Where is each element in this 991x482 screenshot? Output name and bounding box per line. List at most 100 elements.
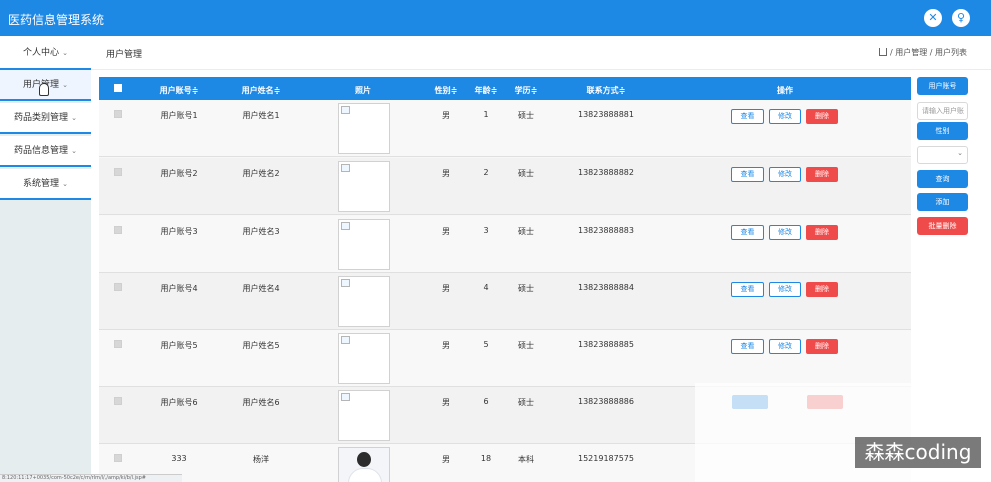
column-header-contact[interactable]: 联系方式≑ bbox=[573, 85, 639, 96]
age-cell: 1 bbox=[483, 110, 489, 119]
sidebar-item-drug-category-management[interactable]: 药品类别管理 ⌄ bbox=[0, 103, 91, 134]
sidebar-item-personal-center[interactable]: 个人中心 ⌄ bbox=[0, 36, 91, 70]
photo-cell bbox=[338, 447, 390, 482]
edit-button[interactable]: 修改 bbox=[769, 109, 801, 124]
row-checkbox[interactable] bbox=[114, 168, 122, 176]
edit-button[interactable]: 修改 bbox=[769, 167, 801, 182]
column-header-name[interactable]: 用户姓名≑ bbox=[236, 85, 286, 96]
view-button[interactable]: 查看 bbox=[731, 167, 764, 182]
age-cell: 5 bbox=[483, 340, 489, 349]
select-all-checkbox[interactable] bbox=[114, 84, 122, 92]
contact-cell: 13823888883 bbox=[578, 226, 634, 235]
column-header-account[interactable]: 用户账号≑ bbox=[154, 85, 204, 96]
sidebar-item-label: 药品信息管理 bbox=[14, 146, 69, 156]
broken-image-icon bbox=[341, 336, 350, 344]
name-cell: 用户姓名2 bbox=[242, 169, 280, 178]
age-cell: 6 bbox=[483, 397, 489, 406]
row-checkbox[interactable] bbox=[114, 110, 122, 118]
query-button[interactable]: 查询 bbox=[917, 170, 968, 188]
gender-cell: 男 bbox=[442, 111, 450, 120]
account-cell: 用户账号2 bbox=[160, 169, 198, 178]
chevron-down-icon: ⌄ bbox=[957, 149, 963, 157]
person-head-icon bbox=[357, 452, 371, 467]
education-cell: 硕士 bbox=[518, 169, 534, 178]
delete-button[interactable]: 删除 bbox=[806, 282, 838, 297]
age-cell: 3 bbox=[483, 226, 489, 235]
row-checkbox[interactable] bbox=[114, 283, 122, 291]
table-row: 用户账号1 用户姓名1 男 1 硕士 13823888881 查看 修改 删除 bbox=[99, 100, 911, 157]
view-button[interactable]: 查看 bbox=[731, 282, 764, 297]
gender-cell: 男 bbox=[442, 227, 450, 236]
sidebar-item-label: 药品类别管理 bbox=[14, 113, 69, 123]
delete-button[interactable]: 删除 bbox=[806, 339, 838, 354]
sidebar-item-label: 系统管理 bbox=[23, 179, 60, 189]
column-header-education[interactable]: 学历≑ bbox=[510, 85, 542, 96]
broken-image-icon bbox=[341, 393, 350, 401]
age-cell: 4 bbox=[483, 283, 489, 292]
broken-image-icon bbox=[341, 106, 350, 114]
contact-cell: 13823888885 bbox=[578, 340, 634, 349]
home-icon[interactable] bbox=[878, 48, 887, 56]
add-button[interactable]: 添加 bbox=[917, 193, 968, 211]
gender-select[interactable]: ⌄ bbox=[917, 146, 968, 164]
name-cell: 用户姓名3 bbox=[242, 227, 280, 236]
view-button[interactable]: 查看 bbox=[731, 339, 764, 354]
delete-button[interactable]: 删除 bbox=[806, 109, 838, 124]
page-title: 用户管理 bbox=[106, 50, 143, 60]
contact-cell: 13823888881 bbox=[578, 110, 634, 119]
page-header: 个人中心 ⌄ 用户管理 / 用户管理 / 用户列表 bbox=[0, 36, 991, 70]
age-cell: 2 bbox=[483, 168, 489, 177]
table-row: 用户账号4 用户姓名4 男 4 硕士 13823888884 查看 修改 删除 bbox=[99, 273, 911, 330]
row-checkbox[interactable] bbox=[114, 340, 122, 348]
app-title: 医药信息管理系统 bbox=[8, 13, 105, 27]
edit-button[interactable]: 修改 bbox=[769, 225, 801, 240]
age-cell: 18 bbox=[480, 454, 492, 463]
account-cell: 用户账号3 bbox=[160, 227, 198, 236]
account-search-input[interactable]: 请输入用户账号 bbox=[917, 102, 968, 120]
contact-cell: 13823888884 bbox=[578, 283, 634, 292]
view-button[interactable]: 查看 bbox=[731, 225, 764, 240]
account-cell: 用户账号5 bbox=[160, 341, 198, 350]
name-cell: 用户姓名1 bbox=[242, 111, 280, 120]
faded-view-button bbox=[732, 395, 768, 409]
delete-button[interactable]: 删除 bbox=[806, 225, 838, 240]
education-cell: 硕士 bbox=[518, 341, 534, 350]
gender-cell: 男 bbox=[442, 169, 450, 178]
sidebar-item-drug-info-management[interactable]: 药品信息管理 ⌄ bbox=[0, 136, 91, 167]
broken-image-icon bbox=[341, 164, 350, 172]
breadcrumb: / 用户管理 / 用户列表 bbox=[878, 47, 967, 58]
row-checkbox[interactable] bbox=[114, 226, 122, 234]
name-cell: 杨洋 bbox=[253, 455, 269, 464]
education-cell: 硕士 bbox=[518, 227, 534, 236]
row-checkbox[interactable] bbox=[114, 397, 122, 405]
row-checkbox[interactable] bbox=[114, 454, 122, 462]
column-header-gender[interactable]: 性别≑ bbox=[430, 85, 462, 96]
account-cell: 用户账号4 bbox=[160, 284, 198, 293]
table-row: 用户账号5 用户姓名5 男 5 硕士 13823888885 查看 修改 删除 bbox=[99, 330, 911, 387]
column-header-age[interactable]: 年龄≑ bbox=[470, 85, 502, 96]
chevron-down-icon: ⌄ bbox=[71, 147, 77, 155]
top-navigation-bar: 医药信息管理系统 ✕ ♀ bbox=[0, 0, 991, 36]
sidebar-item-user-management[interactable]: 用户管理⌄ bbox=[0, 70, 91, 101]
sidebar-item-system-management[interactable]: 系统管理 ⌄ bbox=[0, 169, 91, 200]
batch-delete-button[interactable]: 批量删除 bbox=[917, 217, 968, 235]
education-cell: 硕士 bbox=[518, 111, 534, 120]
photo-cell bbox=[338, 276, 390, 327]
edit-button[interactable]: 修改 bbox=[769, 339, 801, 354]
account-cell: 用户账号1 bbox=[160, 111, 198, 120]
gender-cell: 男 bbox=[442, 455, 450, 464]
photo-cell bbox=[338, 103, 390, 154]
close-circle-icon[interactable]: ✕ bbox=[924, 9, 942, 27]
user-circle-icon[interactable]: ♀ bbox=[952, 9, 970, 27]
gender-cell: 男 bbox=[442, 284, 450, 293]
name-cell: 用户姓名5 bbox=[242, 341, 280, 350]
delete-button[interactable]: 删除 bbox=[806, 167, 838, 182]
search-panel: 用户账号 请输入用户账号 性别 ⌄ 查询 添加 批量删除 bbox=[911, 70, 980, 482]
chevron-down-icon: ⌄ bbox=[62, 81, 68, 89]
education-cell: 本科 bbox=[518, 455, 534, 464]
person-body-icon bbox=[348, 468, 382, 482]
column-header-actions: 操作 bbox=[777, 86, 793, 95]
view-button[interactable]: 查看 bbox=[731, 109, 764, 124]
status-bar-url: 8:120:11:17+0035/com-50c2e/c/m/rlm/l/,/a… bbox=[0, 474, 182, 482]
edit-button[interactable]: 修改 bbox=[769, 282, 801, 297]
